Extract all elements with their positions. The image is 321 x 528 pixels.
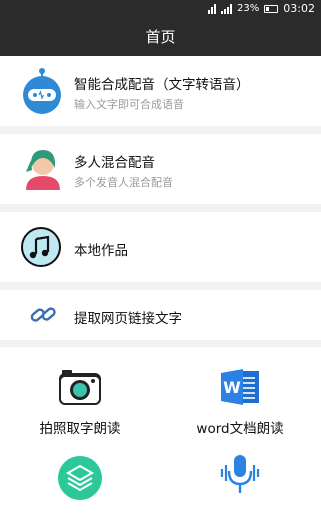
grid-item-microphone[interactable] <box>160 451 320 505</box>
link-icon <box>30 304 56 330</box>
menu-item-title: 多人混合配音 <box>74 155 155 171</box>
menu-item-title: 本地作品 <box>74 243 128 259</box>
feature-grid: 拍照取字朗读 W word文档朗读 <box>0 347 321 528</box>
music-note-icon <box>20 226 62 272</box>
menu-item-subtitle: 输入文字即可合成语音 <box>74 98 184 111</box>
grid-item-label: 拍照取字朗读 <box>39 421 121 437</box>
status-bar: 23% 03:02 <box>0 0 321 16</box>
svg-text:W: W <box>223 378 241 397</box>
menu-item-local-works[interactable]: 本地作品 <box>0 212 321 282</box>
menu-item-title: 提取网页链接文字 <box>74 311 182 327</box>
layers-icon <box>57 456 103 505</box>
menu-item-smart-dubbing[interactable]: 智能合成配音（文字转语音） 输入文字即可合成语音 <box>0 56 321 126</box>
menu-item-subtitle: 多个发音人混合配音 <box>74 176 173 189</box>
menu-item-extract-web-text[interactable]: 提取网页链接文字 <box>0 290 321 340</box>
robot-icon <box>22 68 62 118</box>
grid-item-photo-read[interactable]: 拍照取字朗读 <box>0 367 160 437</box>
page-title: 首页 <box>145 28 176 46</box>
grid-item-word-read[interactable]: W word文档朗读 <box>160 367 320 437</box>
grid-item-layers[interactable] <box>0 455 160 505</box>
grid-item-label: word文档朗读 <box>196 421 284 437</box>
title-bar: 首页 <box>0 16 321 56</box>
battery-percent: 23% <box>237 3 260 14</box>
word-icon: W <box>217 369 263 411</box>
menu-item-multi-voice[interactable]: 多人混合配音 多个发音人混合配音 <box>0 134 321 204</box>
clock: 03:02 <box>283 2 315 15</box>
microphone-icon <box>217 455 263 505</box>
menu-item-title: 智能合成配音（文字转语音） <box>74 77 250 93</box>
wifi-signal-icon <box>208 3 217 14</box>
cell-signal-icon <box>221 3 233 14</box>
bottom-tab-bar[interactable] <box>0 520 321 528</box>
person-avatar-icon <box>22 146 64 194</box>
camera-icon <box>57 370 103 411</box>
battery-icon <box>264 4 279 13</box>
